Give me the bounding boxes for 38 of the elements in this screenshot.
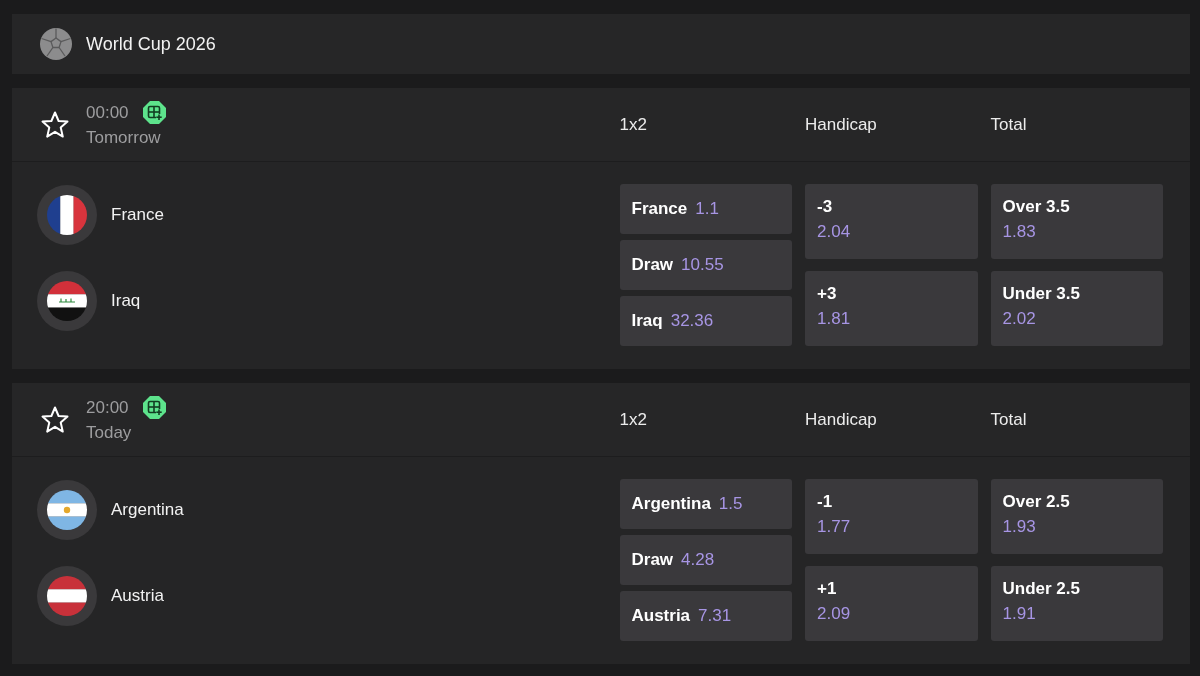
match-time: 20:00 <box>86 397 129 418</box>
market-title: 1x2 <box>619 409 647 430</box>
odds-button[interactable]: Draw 10.55 <box>619 240 792 290</box>
odds-button[interactable]: +3 1.81 <box>805 271 978 346</box>
market-title: Total <box>990 409 1027 430</box>
team-name: Iraq <box>111 291 141 311</box>
grid-plus-icon <box>142 396 166 419</box>
market-title: Handicap <box>805 409 877 430</box>
odds-button[interactable]: Over 2.5 1.93 <box>990 479 1163 554</box>
team-name: Austria <box>111 586 164 606</box>
odds-button[interactable]: Under 3.5 2.02 <box>990 271 1163 346</box>
flag-icon <box>37 185 97 245</box>
flag-icon <box>37 271 97 331</box>
odds-button[interactable]: Iraq 32.36 <box>619 296 792 346</box>
odds-button[interactable]: -3 2.04 <box>805 184 978 259</box>
match-day: Tomorrow <box>86 128 166 148</box>
match-day: Today <box>86 423 166 443</box>
odds-button[interactable]: France 1.1 <box>619 184 792 234</box>
star-icon[interactable] <box>40 404 70 435</box>
star-icon[interactable] <box>40 109 70 140</box>
odds-button[interactable]: -1 1.77 <box>805 479 978 554</box>
flag-icon <box>37 566 97 626</box>
market-title: Handicap <box>805 114 877 135</box>
team-name: Argentina <box>111 500 184 520</box>
market-title: 1x2 <box>619 114 647 135</box>
odds-button[interactable]: +1 2.09 <box>805 566 978 641</box>
flag-icon <box>37 480 97 540</box>
team-name: France <box>111 205 164 225</box>
odds-button[interactable]: Argentina 1.5 <box>619 479 792 529</box>
market-title: Total <box>990 114 1027 135</box>
odds-button[interactable]: Over 3.5 1.83 <box>990 184 1163 259</box>
match-time: 00:00 <box>86 102 129 123</box>
odds-button[interactable]: Austria 7.31 <box>619 591 792 641</box>
odds-button[interactable]: Draw 4.28 <box>619 535 792 585</box>
soccer-ball-icon <box>40 28 72 60</box>
grid-plus-icon <box>142 101 166 124</box>
competition-title: World Cup 2026 <box>86 33 216 55</box>
odds-button[interactable]: Under 2.5 1.91 <box>990 566 1163 641</box>
